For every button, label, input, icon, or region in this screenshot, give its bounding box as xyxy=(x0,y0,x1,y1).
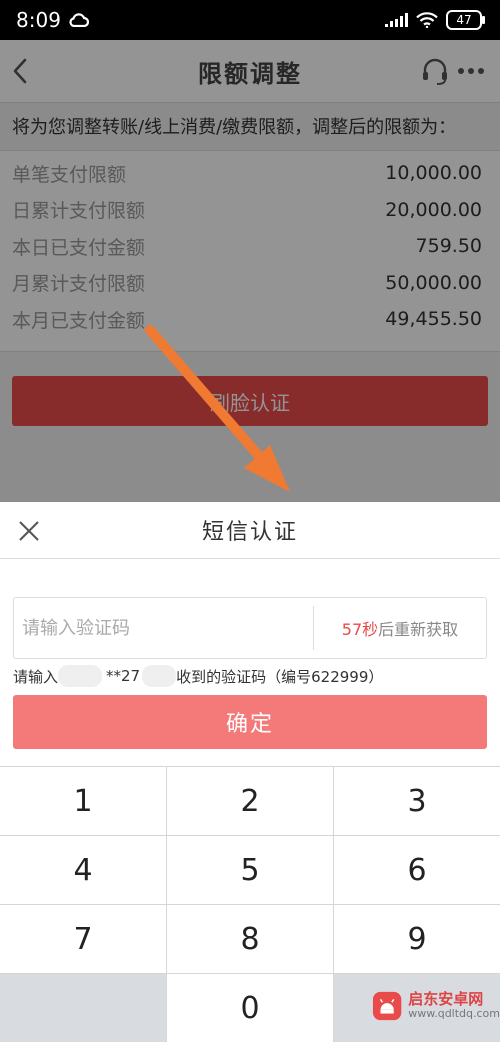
hint-suffix: 收到的验证码（编号622999） xyxy=(176,667,384,686)
verification-code-input[interactable] xyxy=(14,598,313,658)
status-right: 47 xyxy=(385,10,485,30)
status-time: 8:09 xyxy=(16,8,61,32)
hint-phone-tail: **27 xyxy=(106,667,141,685)
keypad-row: 7 8 9 xyxy=(0,905,500,974)
signal-icon xyxy=(385,13,408,27)
wifi-icon xyxy=(416,12,438,28)
key-8[interactable]: 8 xyxy=(167,905,334,973)
status-left: 8:09 xyxy=(16,8,89,32)
status-bar: 8:09 47 xyxy=(0,0,500,40)
sms-hint-text: 请输入 **27 收到的验证码（编号622999） xyxy=(13,662,487,690)
sheet-header: 短信认证 xyxy=(0,502,500,559)
keypad-row: 1 2 3 xyxy=(0,767,500,836)
hint-prefix: 请输入 xyxy=(13,667,59,686)
keypad-row: 4 5 6 xyxy=(0,836,500,905)
key-1[interactable]: 1 xyxy=(0,767,167,835)
key-6[interactable]: 6 xyxy=(334,836,500,904)
code-input-box: 57秒后重新获取 xyxy=(13,597,487,659)
masked-phone-blur xyxy=(58,665,103,687)
close-icon[interactable] xyxy=(18,520,40,542)
key-7[interactable]: 7 xyxy=(0,905,167,973)
resend-code-button[interactable]: 57秒后重新获取 xyxy=(314,616,486,640)
key-2[interactable]: 2 xyxy=(167,767,334,835)
battery-level: 47 xyxy=(456,13,472,27)
key-blank-left xyxy=(0,974,167,1042)
watermark-text: 启东安卓网 www.qdltdq.com xyxy=(408,990,500,1021)
sms-verify-sheet: 短信认证 57秒后重新获取 请输入 **27 收到的验证码（编号622999） … xyxy=(0,502,500,1042)
modal-overlay[interactable] xyxy=(0,40,500,502)
key-3[interactable]: 3 xyxy=(334,767,500,835)
key-5[interactable]: 5 xyxy=(167,836,334,904)
watermark: 启东安卓网 www.qdltdq.com xyxy=(372,973,500,1039)
resend-label: 后重新获取 xyxy=(378,620,459,639)
key-0[interactable]: 0 xyxy=(167,974,334,1042)
confirm-button[interactable]: 确定 xyxy=(13,695,487,749)
watermark-logo-icon xyxy=(372,991,402,1021)
countdown-timer: 57秒 xyxy=(341,620,379,639)
masked-phone-blur xyxy=(142,665,177,687)
watermark-name: 启东安卓网 xyxy=(408,990,484,1009)
watermark-url: www.qdltdq.com xyxy=(408,1007,500,1021)
key-9[interactable]: 9 xyxy=(334,905,500,973)
key-4[interactable]: 4 xyxy=(0,836,167,904)
cloud-icon xyxy=(69,13,89,27)
battery-icon: 47 xyxy=(446,10,485,30)
sheet-title: 短信认证 xyxy=(201,520,298,545)
